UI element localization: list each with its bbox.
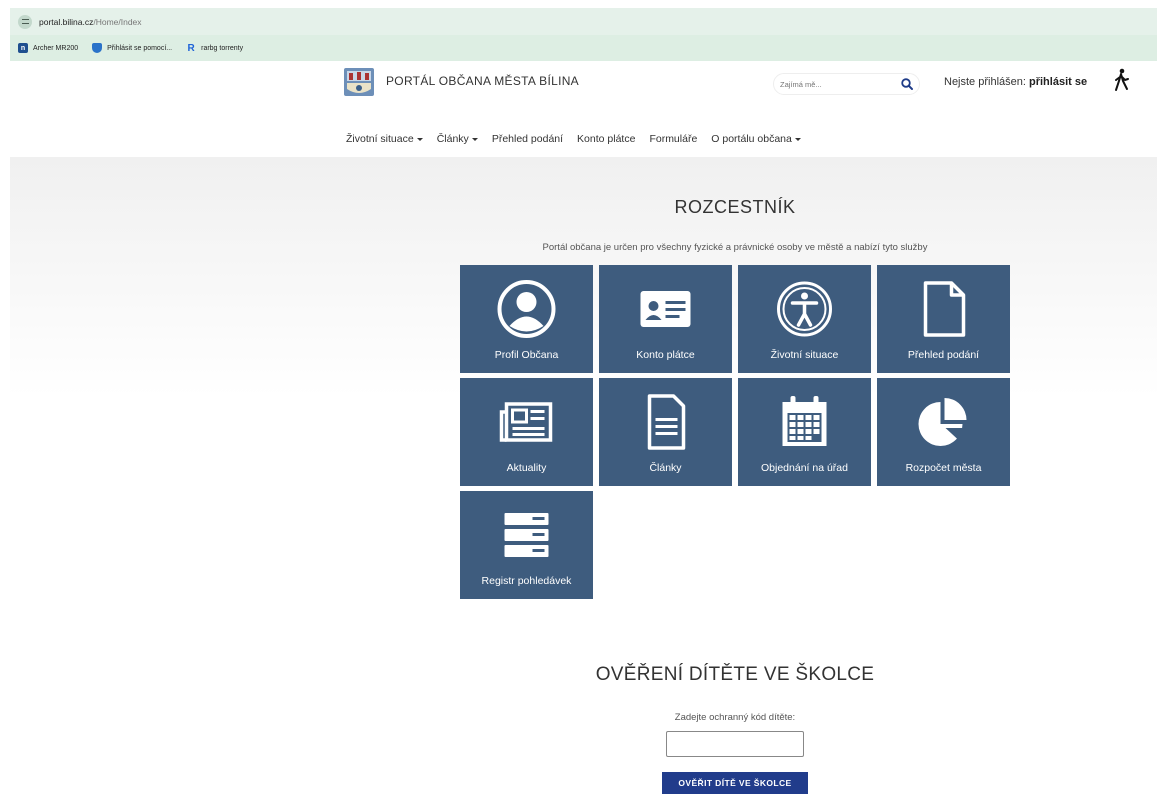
address-bar[interactable]: portal.bilina.cz/Home/Index xyxy=(10,8,1157,35)
search-icon[interactable] xyxy=(900,77,914,91)
bookmark-rarbg[interactable]: R rarbg torrenty xyxy=(186,42,243,54)
bookmark-archer[interactable]: n Archer MR200 xyxy=(18,43,78,53)
pie-chart-icon xyxy=(918,398,967,446)
id-card-icon xyxy=(640,291,691,327)
document-icon xyxy=(923,281,966,337)
shield-icon xyxy=(92,43,103,53)
login-link[interactable]: přihlásit se xyxy=(1029,76,1087,88)
city-coat-of-arms-logo[interactable] xyxy=(343,67,375,97)
login-status: Nejste přihlášen: přihlásit se xyxy=(944,76,1088,88)
caret-down-icon xyxy=(416,137,423,141)
nav-konto-platce[interactable]: Konto plátce xyxy=(577,133,635,145)
url-text[interactable]: portal.bilina.cz/Home/Index xyxy=(39,17,142,27)
nav-o-portalu[interactable]: O portálu občana xyxy=(711,133,801,145)
article-icon xyxy=(647,394,686,450)
nav-clanky[interactable]: Články xyxy=(437,133,478,145)
search-box xyxy=(773,73,920,95)
main-navigation: Životní situace Články Přehled podání Ko… xyxy=(346,133,815,145)
site-title[interactable]: PORTÁL OBČANA MĚSTA BÍLINA xyxy=(386,74,579,88)
tile-clanky[interactable]: Články xyxy=(599,378,732,486)
nav-prehled-podani[interactable]: Přehled podání xyxy=(492,133,563,145)
tile-rozpocet-mesta[interactable]: Rozpočet města xyxy=(877,378,1010,486)
page-title: ROZCESTNÍK xyxy=(674,197,796,217)
register-list-icon xyxy=(504,513,549,557)
newspaper-icon xyxy=(499,402,553,442)
search-input[interactable] xyxy=(780,77,890,92)
caret-down-icon xyxy=(794,137,801,141)
r-icon: R xyxy=(187,42,195,54)
tile-registr-pohledavek[interactable]: Registr pohledávek xyxy=(460,491,593,599)
user-profile-icon xyxy=(497,280,556,338)
nav-zivotni-situace[interactable]: Životní situace xyxy=(346,133,423,145)
tile-aktuality[interactable]: Aktuality xyxy=(460,378,593,486)
caret-down-icon xyxy=(471,137,478,141)
archer-icon: n xyxy=(18,43,28,53)
nav-formulare[interactable]: Formuláře xyxy=(649,133,697,145)
tile-objednani-na-urad[interactable]: Objednání na úřad xyxy=(738,378,871,486)
child-code-input[interactable] xyxy=(666,731,804,757)
child-code-label: Zadejte ochranný kód dítěte: xyxy=(674,712,796,723)
tile-profil-obcana[interactable]: Profil Občana xyxy=(460,265,593,373)
calendar-icon xyxy=(782,396,827,446)
tile-konto-platce[interactable]: Konto plátce xyxy=(599,265,732,373)
bookmarks-bar: n Archer MR200 Přihlásit se pomocí... R … xyxy=(10,35,1157,61)
accessibility-person-icon xyxy=(777,281,832,337)
tile-zivotni-situace[interactable]: Životní situace xyxy=(738,265,871,373)
tile-prehled-podani[interactable]: Přehled podání xyxy=(877,265,1010,373)
walking-person-icon[interactable] xyxy=(1113,68,1131,92)
bookmark-login[interactable]: Přihlásit se pomocí... xyxy=(92,43,172,53)
page-subtitle: Portál občana je určen pro všechny fyzic… xyxy=(542,242,928,253)
kindergarten-title: OVĚŘENÍ DÍTĚTE VE ŠKOLCE xyxy=(595,664,875,685)
verify-child-button[interactable]: OVĚŘIT DÍTĚ VE ŠKOLCE xyxy=(662,772,808,794)
site-info-icon[interactable] xyxy=(18,14,32,29)
